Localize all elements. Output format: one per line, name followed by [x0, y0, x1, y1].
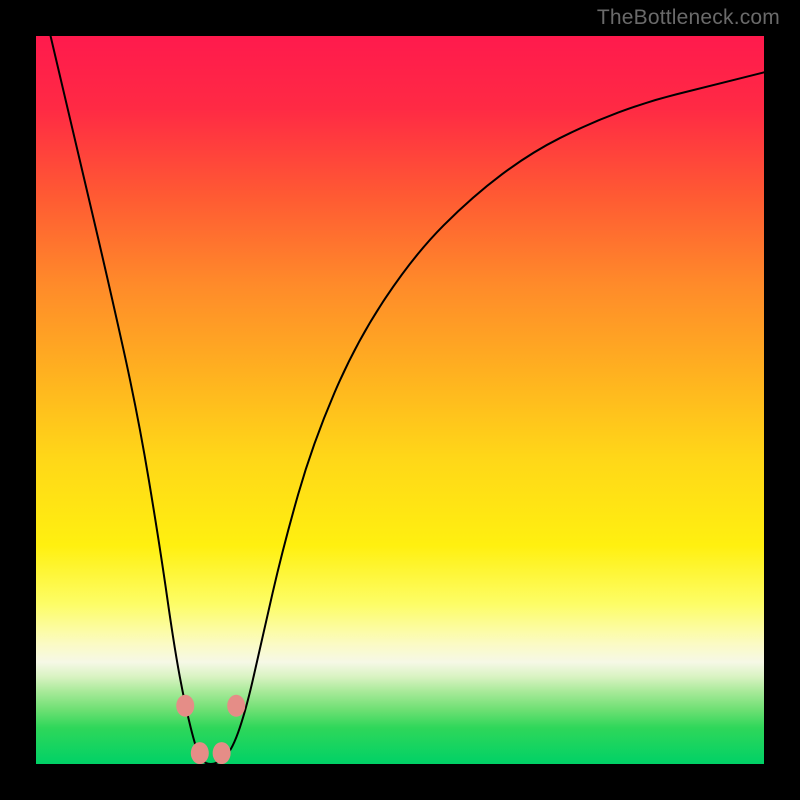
watermark-text: TheBottleneck.com [597, 6, 780, 30]
bottleneck-curve [51, 36, 764, 764]
marker-blob [176, 695, 194, 717]
markers [176, 695, 245, 764]
plot-area [36, 36, 764, 764]
curve-svg [36, 36, 764, 764]
marker-blob [227, 695, 245, 717]
chart-frame: TheBottleneck.com [0, 0, 800, 800]
marker-blob [191, 742, 209, 764]
marker-blob [213, 742, 231, 764]
